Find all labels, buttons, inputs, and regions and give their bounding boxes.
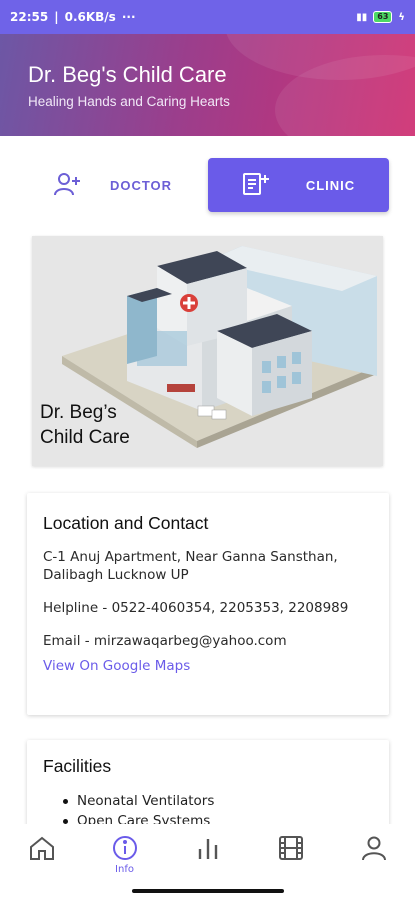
list-item: Neonatal Ventilators — [63, 791, 373, 811]
status-time: 22:55 — [10, 10, 49, 24]
nav-media[interactable] — [261, 834, 321, 882]
home-icon — [29, 836, 54, 860]
clinic-name-line2: Child Care — [40, 427, 130, 448]
clinic-image: Dr. Beg’s Child Care — [32, 236, 383, 466]
info-icon — [112, 836, 137, 860]
location-contact-card: Location and Contact C-1 Anuj Apartment,… — [27, 493, 389, 715]
page-subtitle: Healing Hands and Caring Hearts — [28, 94, 230, 109]
nav-profile[interactable] — [344, 834, 404, 882]
status-speed: 0.6KB/s — [64, 10, 116, 24]
charging-icon: ϟ — [398, 11, 405, 23]
person-icon — [361, 836, 386, 861]
chart-icon — [198, 839, 217, 859]
clinic-tab-label: CLINIC — [305, 177, 356, 193]
signal-icon: ▮▮ — [356, 11, 368, 23]
status-bar: 22:55 | 0.6KB/s ··· ▮▮ 63 ϟ — [0, 0, 415, 34]
film-icon — [278, 836, 303, 860]
nav-stats[interactable] — [178, 834, 238, 882]
add-person-icon — [53, 171, 82, 200]
add-note-icon — [242, 172, 270, 199]
app-header: 22:55 | 0.6KB/s ··· ▮▮ 63 ϟ Dr. Beg's Ch… — [0, 0, 415, 136]
doctor-tab-label: DOCTOR — [109, 177, 173, 193]
status-more: ··· — [121, 10, 136, 24]
clinic-name-line1: Dr. Beg’s — [40, 402, 117, 423]
battery-icon: 63 — [373, 11, 393, 23]
address-text: C-1 Anuj Apartment, Near Ganna Sansthan,… — [43, 549, 338, 583]
clinic-tab-button[interactable]: CLINIC — [208, 158, 389, 212]
email-text: Email - mirzawaqarbeg@yahoo.com — [43, 633, 287, 649]
facilities-heading: Facilities — [43, 756, 112, 776]
google-maps-link[interactable]: View On Google Maps — [43, 658, 373, 674]
helpline-text: Helpline - 0522-4060354, 2205353, 220898… — [43, 600, 349, 616]
home-indicator — [132, 889, 284, 893]
location-heading: Location and Contact — [43, 513, 209, 533]
nav-home[interactable] — [12, 834, 72, 882]
nav-info-label: Info — [115, 864, 134, 875]
page-title: Dr. Beg's Child Care — [28, 62, 227, 87]
nav-info[interactable]: Info — [95, 834, 155, 882]
doctor-tab-button[interactable]: DOCTOR — [28, 158, 198, 212]
